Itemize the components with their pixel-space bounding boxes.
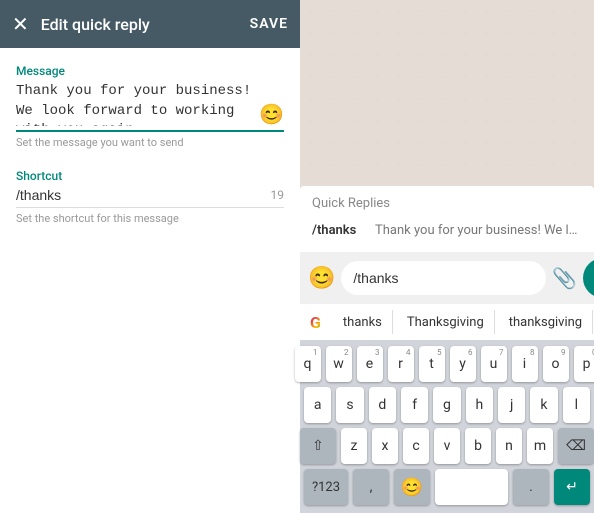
message-label: Message <box>16 64 284 78</box>
key-space[interactable] <box>435 469 508 505</box>
shortcut-section: Shortcut 19 Set the shortcut for this me… <box>16 169 284 225</box>
form-area: Message 😊 Set the message you want to se… <box>0 48 300 513</box>
key-i[interactable]: 8i <box>512 346 538 382</box>
quick-replies-popup: Quick Replies /thanks Thank you for your… <box>300 186 594 252</box>
key-h[interactable]: h <box>466 387 493 423</box>
key-row-4: ?123 , 😊 . ↵ <box>304 469 590 505</box>
message-hint: Set the message you want to send <box>16 136 284 149</box>
key-row-1: 1q 2w 3e 4r 5t 6y 7u 8i 9o 0p <box>304 346 590 382</box>
key-backspace[interactable]: ⌫ <box>558 428 594 464</box>
key-r[interactable]: 4r <box>388 346 414 382</box>
key-t[interactable]: 5t <box>419 346 445 382</box>
shortcut-row: 19 <box>16 187 284 208</box>
keyboard: G thanks Thanksgiving thanksgiving 🎤 1q … <box>300 304 594 513</box>
quick-reply-item[interactable]: /thanks Thank you for your business! We … <box>312 219 582 242</box>
key-d[interactable]: d <box>369 387 396 423</box>
key-u[interactable]: 7u <box>481 346 507 382</box>
key-y[interactable]: 6y <box>450 346 476 382</box>
save-button[interactable]: SAVE <box>250 16 288 32</box>
key-period[interactable]: . <box>513 469 549 505</box>
input-bar: 😊 📎 <box>300 252 594 304</box>
key-l[interactable]: l <box>563 387 590 423</box>
header-title: Edit quick reply <box>41 15 238 34</box>
key-p[interactable]: 0p <box>574 346 594 382</box>
keyboard-rows: 1q 2w 3e 4r 5t 6y 7u 8i 9o 0p a s d f g … <box>300 340 594 513</box>
key-e[interactable]: 3e <box>357 346 383 382</box>
close-icon[interactable]: ✕ <box>12 12 29 36</box>
quick-replies-title: Quick Replies <box>312 196 582 211</box>
key-q[interactable]: 1q <box>295 346 321 382</box>
input-emoji-icon[interactable]: 😊 <box>308 266 335 291</box>
quick-reply-shortcut: /thanks <box>312 223 367 238</box>
key-f[interactable]: f <box>401 387 428 423</box>
shortcut-count: 19 <box>271 188 285 202</box>
quick-reply-preview: Thank you for your business! We look for… <box>375 223 582 238</box>
key-emoji-bottom[interactable]: 😊 <box>394 469 430 505</box>
key-b[interactable]: b <box>465 428 491 464</box>
suggestion-thanksgiving[interactable]: Thanksgiving <box>397 310 495 334</box>
right-panel: Quick Replies /thanks Thank you for your… <box>300 0 594 513</box>
key-j[interactable]: j <box>498 387 525 423</box>
key-m[interactable]: m <box>527 428 553 464</box>
key-c[interactable]: c <box>403 428 429 464</box>
key-o[interactable]: 9o <box>543 346 569 382</box>
key-enter[interactable]: ↵ <box>554 469 590 505</box>
key-x[interactable]: x <box>372 428 398 464</box>
key-shift[interactable]: ⇧ <box>300 428 336 464</box>
shortcut-hint: Set the shortcut for this message <box>16 212 284 225</box>
left-panel: ✕ Edit quick reply SAVE Message 😊 Set th… <box>0 0 300 513</box>
send-button[interactable] <box>583 258 594 298</box>
google-g-icon: G <box>310 313 321 332</box>
key-row-2: a s d f g h j k l <box>304 387 590 423</box>
key-row-3: ⇧ z x c v b n m ⌫ <box>304 428 590 464</box>
emoji-icon[interactable]: 😊 <box>259 102 284 126</box>
chat-background: Quick Replies /thanks Thank you for your… <box>300 0 594 252</box>
message-text-input[interactable] <box>341 261 546 295</box>
key-numeric[interactable]: ?123 <box>304 469 348 505</box>
keyboard-suggestions: G thanks Thanksgiving thanksgiving 🎤 <box>300 304 594 340</box>
attach-icon[interactable]: 📎 <box>552 266 577 290</box>
key-g[interactable]: g <box>433 387 460 423</box>
header: ✕ Edit quick reply SAVE <box>0 0 300 48</box>
shortcut-label: Shortcut <box>16 169 284 183</box>
key-w[interactable]: 2w <box>326 346 352 382</box>
key-comma[interactable]: , <box>353 469 389 505</box>
suggestion-thanksgiving-lower[interactable]: thanksgiving <box>499 310 593 334</box>
key-k[interactable]: k <box>530 387 557 423</box>
key-a[interactable]: a <box>304 387 331 423</box>
message-input-wrapper: 😊 <box>16 82 284 132</box>
key-s[interactable]: s <box>336 387 363 423</box>
message-input[interactable] <box>16 82 253 126</box>
key-v[interactable]: v <box>434 428 460 464</box>
shortcut-input[interactable] <box>16 187 271 203</box>
key-z[interactable]: z <box>341 428 367 464</box>
suggestion-thanks[interactable]: thanks <box>333 310 393 334</box>
key-n[interactable]: n <box>496 428 522 464</box>
